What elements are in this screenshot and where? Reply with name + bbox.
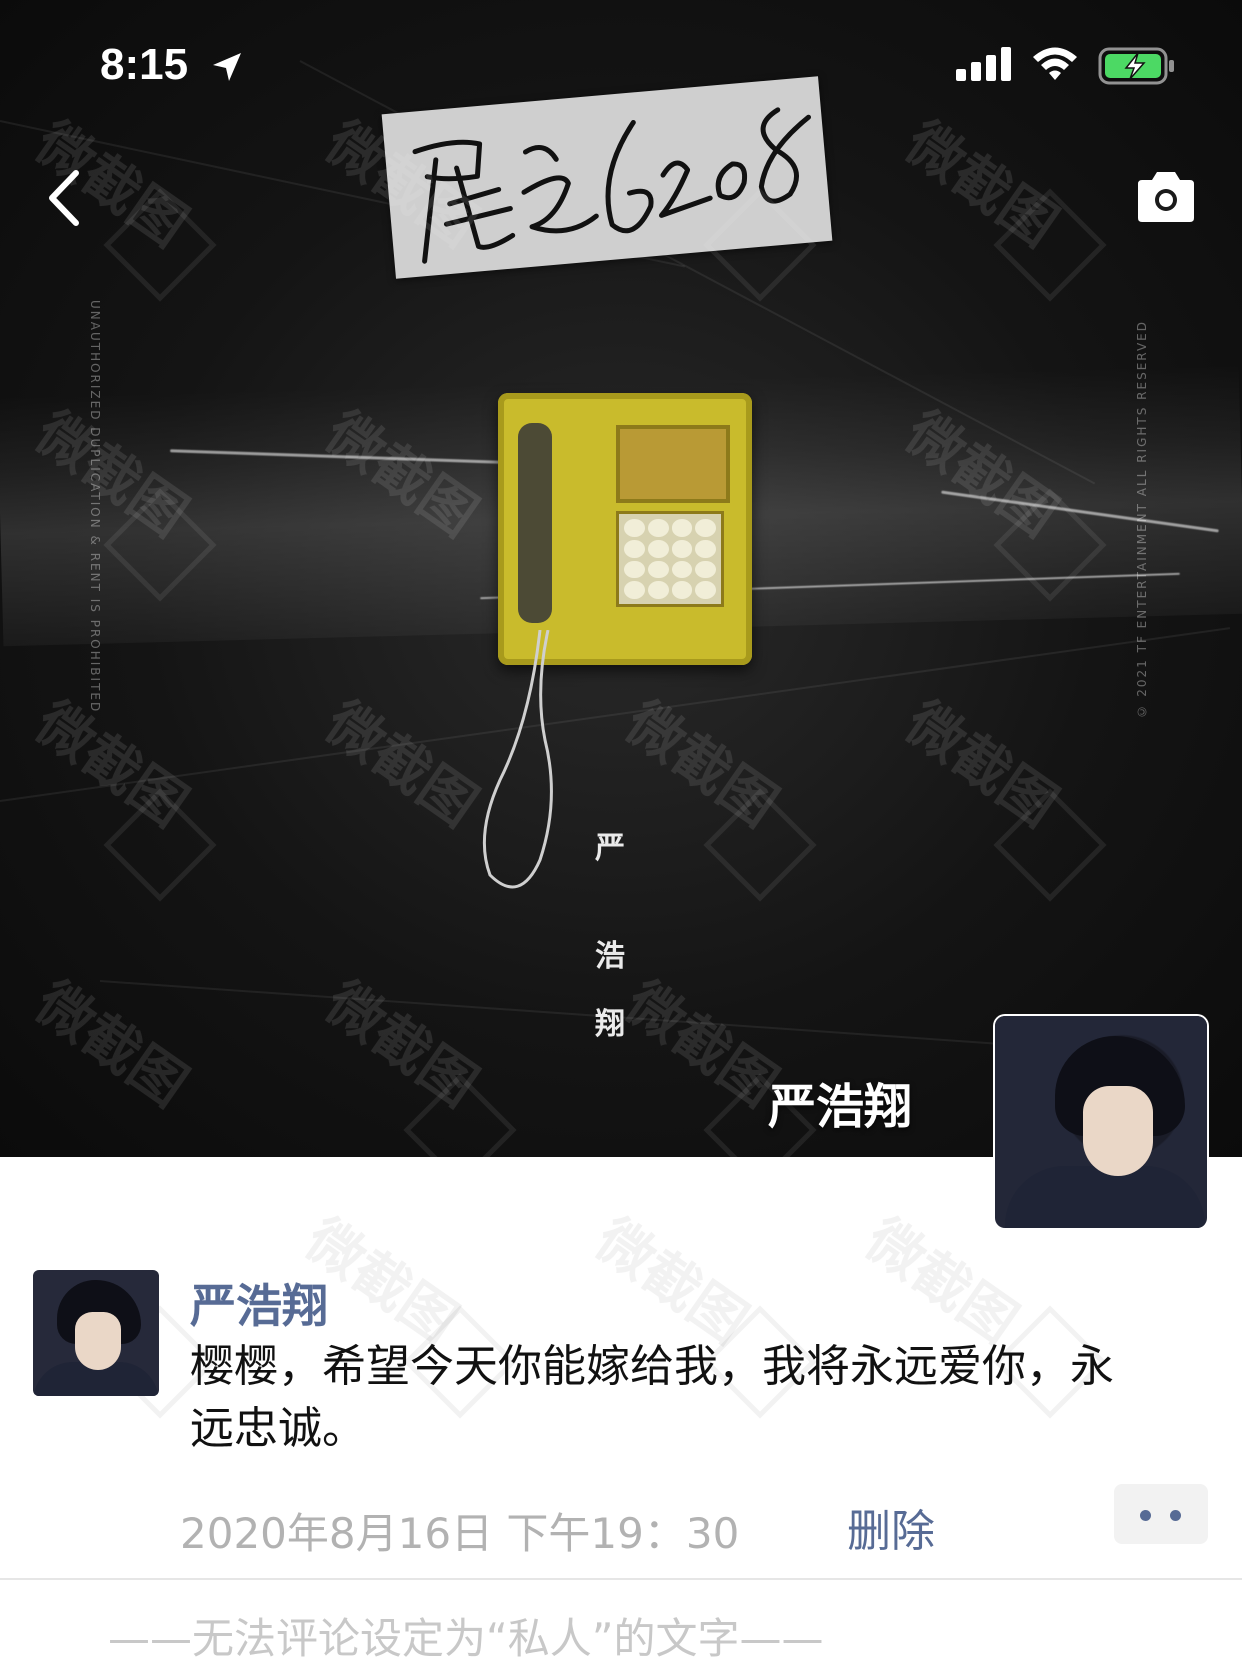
vertical-name: 严 浩 翔 (590, 815, 630, 1059)
cover-avatar[interactable] (995, 1016, 1207, 1228)
wifi-icon (1033, 47, 1077, 80)
cover-image[interactable]: 严 浩 翔 UNAUTHORIZED DUPLICATION & RENT IS… (0, 0, 1242, 1157)
phone-handset (518, 423, 552, 623)
avatar-shoulder-shape (1005, 1166, 1205, 1228)
location-arrow-icon (213, 53, 241, 81)
more-options-button[interactable] (1114, 1484, 1208, 1544)
watermark-logo (103, 188, 217, 302)
watermark-logo (993, 788, 1107, 902)
vertical-name-char: 浩 (595, 939, 625, 974)
battery-charging-icon (1098, 47, 1174, 85)
post-timestamp: 2020年8月16日 下午19：30 (180, 1509, 740, 1558)
watermark: 微截图 (23, 969, 199, 1120)
chevron-left-icon (49, 170, 79, 226)
cover-owner-name: 严浩翔 (768, 1079, 913, 1135)
phone-screen (616, 425, 730, 503)
divider (0, 1578, 1242, 1580)
comment-disabled-note: ——无法评论设定为“私人”的文字—— (108, 1614, 824, 1663)
dot-icon (1140, 1510, 1151, 1521)
watermark-logo (103, 788, 217, 902)
copyright-notice-left: UNAUTHORIZED DUPLICATION & RENT IS PROHI… (88, 300, 102, 714)
phone-keypad (616, 511, 724, 607)
watermark-logo (993, 188, 1107, 302)
vertical-name-char: 翔 (595, 1007, 625, 1042)
status-time: 8:15 (100, 40, 189, 89)
post-avatar[interactable] (33, 1270, 159, 1396)
status-bar: 8:15 (0, 0, 1242, 130)
copyright-notice-right: © 2021 TF ENTERTAINMENT ALL RIGHTS RESER… (1135, 320, 1149, 719)
vertical-name-char: 严 (595, 831, 625, 866)
watermark-logo (403, 1073, 517, 1157)
camera-button[interactable] (1134, 170, 1198, 224)
post-username[interactable]: 严浩翔 (190, 1270, 328, 1336)
dot-icon (1170, 1510, 1181, 1521)
delete-button[interactable]: 删除 (847, 1495, 935, 1559)
payphone-image (498, 393, 752, 665)
watermark-logo (703, 788, 817, 902)
back-button[interactable] (40, 165, 90, 231)
cellular-signal-icon (956, 47, 1011, 81)
avatar-face-shape (75, 1312, 121, 1370)
avatar-face-shape (1083, 1086, 1153, 1176)
phone-cord (482, 630, 553, 889)
post-text: 樱樱，希望今天你能嫁给我，我将永远爱你，永远忠诚。 (190, 1341, 1114, 1454)
camera-icon (1138, 172, 1194, 222)
watermark: 微截图 (313, 689, 489, 840)
